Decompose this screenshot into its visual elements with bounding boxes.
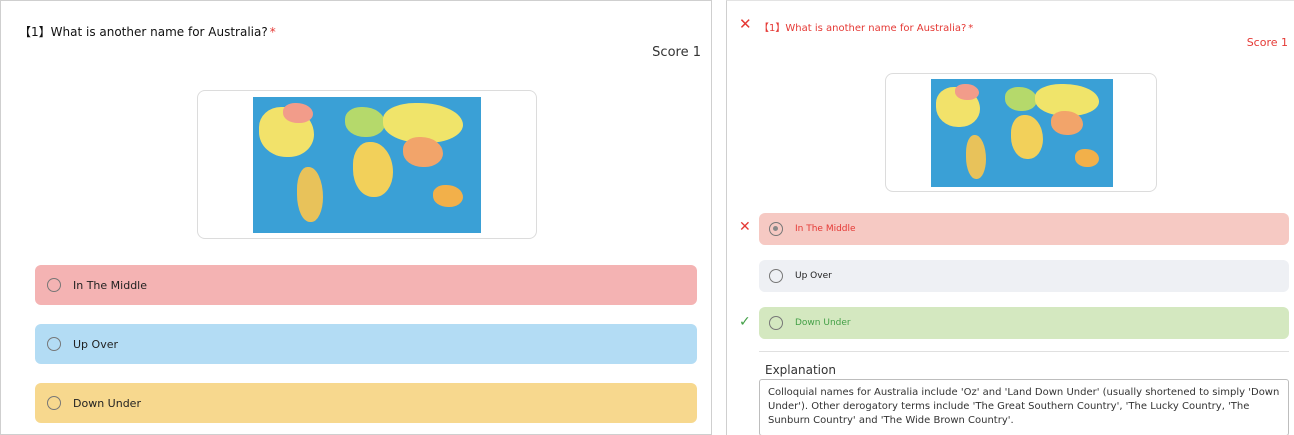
check-icon: ✓ xyxy=(739,314,751,330)
option-down-under[interactable]: Down Under xyxy=(759,307,1289,339)
radio-button[interactable] xyxy=(47,396,61,410)
option-in-the-middle[interactable]: In The Middle xyxy=(759,213,1289,245)
option-in-the-middle[interactable]: In The Middle xyxy=(35,265,697,305)
question-number: 【1】 xyxy=(19,25,51,39)
question-text: What is another name for Australia? xyxy=(785,23,967,34)
world-map-image xyxy=(253,97,481,233)
cross-icon: ✕ xyxy=(739,219,751,235)
divider-line xyxy=(759,351,1289,352)
option-down-under[interactable]: Down Under xyxy=(35,383,697,423)
option-label: In The Middle xyxy=(795,224,856,234)
score-label: Score 1 xyxy=(1246,36,1288,49)
option-label: Up Over xyxy=(795,271,832,281)
radio-button[interactable] xyxy=(769,222,783,236)
question-number: 【1】 xyxy=(759,23,786,34)
explanation-text: Colloquial names for Australia include '… xyxy=(759,379,1289,435)
question-title: 【1】What is another name for Australia? * xyxy=(19,23,276,40)
required-mark: * xyxy=(968,23,974,34)
question-title: 【1】What is another name for Australia? * xyxy=(759,19,973,34)
option-label: Up Over xyxy=(73,337,118,351)
question-image-card xyxy=(197,90,537,239)
radio-button[interactable] xyxy=(769,269,783,283)
question-text: What is another name for Australia? xyxy=(50,25,268,39)
radio-button[interactable] xyxy=(769,316,783,330)
radio-button[interactable] xyxy=(47,278,61,292)
option-label: Down Under xyxy=(795,318,851,328)
required-mark: * xyxy=(269,25,276,39)
score-label: Score 1 xyxy=(652,45,701,60)
quiz-question-panel: 【1】What is another name for Australia? * … xyxy=(0,0,712,435)
radio-button[interactable] xyxy=(47,337,61,351)
question-image-card xyxy=(885,73,1157,192)
quiz-result-panel: ✕ 【1】What is another name for Australia?… xyxy=(726,0,1294,435)
panel-divider xyxy=(712,0,726,435)
cross-icon: ✕ xyxy=(739,15,752,33)
explanation-title: Explanation xyxy=(765,363,836,377)
option-label: In The Middle xyxy=(73,278,148,292)
option-up-over[interactable]: Up Over xyxy=(759,260,1289,292)
option-label: Down Under xyxy=(73,396,141,410)
world-map-image xyxy=(931,79,1113,187)
option-up-over[interactable]: Up Over xyxy=(35,324,697,364)
